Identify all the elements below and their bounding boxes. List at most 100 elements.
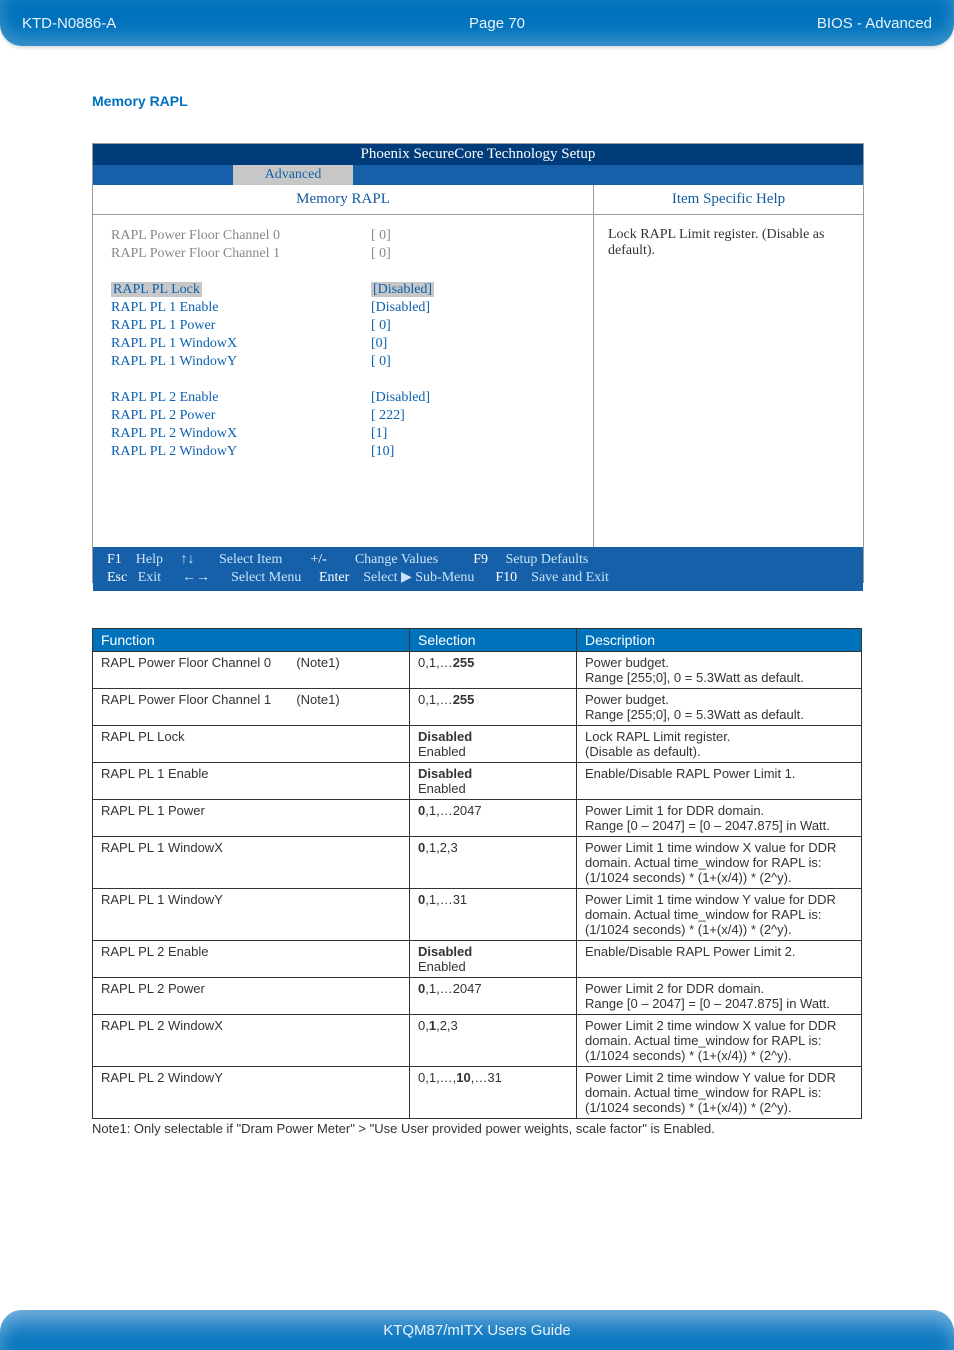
bios-item-value: [ 0] xyxy=(371,227,391,245)
key-plusminus: +/- xyxy=(310,552,326,567)
section-title: Memory RAPL xyxy=(92,93,188,109)
lbl-help: Help xyxy=(136,552,163,567)
bios-item-label: RAPL PL 2 WindowY xyxy=(111,443,371,461)
cell-selection: 0,1,…2047 xyxy=(410,978,577,1015)
bios-item-label: RAPL PL 1 WindowY xyxy=(111,353,371,371)
table-row: RAPL PL 2 EnableDisabledEnabledEnable/Di… xyxy=(93,941,862,978)
function-table: Function Selection Description RAPL Powe… xyxy=(92,628,862,1119)
bios-item-value: [ 0] xyxy=(371,317,391,335)
bios-item-label: RAPL PL 1 Enable xyxy=(111,299,371,317)
cell-description: Power Limit 1 time window X value for DD… xyxy=(577,837,862,889)
bios-item-label: RAPL PL 2 WindowX xyxy=(111,425,371,443)
th-function: Function xyxy=(93,629,410,652)
table-row: RAPL PL 1 EnableDisabledEnabledEnable/Di… xyxy=(93,763,862,800)
cell-selection: DisabledEnabled xyxy=(410,941,577,978)
doc-id: KTD-N0886-A xyxy=(22,15,322,32)
bios-item-label: RAPL PL 2 Power xyxy=(111,407,371,425)
lbl-change-values: Change Values xyxy=(355,552,438,567)
key-f10: F10 xyxy=(495,570,517,585)
cell-selection: 0,1,2,3 xyxy=(410,837,577,889)
key-leftright: ←→ xyxy=(182,570,210,585)
bios-tab-advanced[interactable]: Advanced xyxy=(233,165,353,185)
cell-function: RAPL PL 1 Enable xyxy=(93,763,410,800)
cell-function: RAPL PL 2 Enable xyxy=(93,941,410,978)
bios-item-value: [Disabled] xyxy=(371,281,434,299)
footer-title: KTQM87/mITX Users Guide xyxy=(0,1310,954,1350)
bios-item-label: RAPL PL Lock xyxy=(111,281,371,299)
table-row: RAPL Power Floor Channel 1 (Note1)0,1,…2… xyxy=(93,689,862,726)
page-header: KTD-N0886-A Page 70 BIOS - Advanced xyxy=(0,0,954,54)
bios-item-value: [Disabled] xyxy=(371,299,430,317)
cell-selection: 0,1,…255 xyxy=(410,689,577,726)
cell-selection: 0,1,…2047 xyxy=(410,800,577,837)
bios-item-row[interactable]: RAPL PL 1 Enable[Disabled] xyxy=(111,299,575,317)
cell-selection: 0,1,…31 xyxy=(410,889,577,941)
note1: Note1: Only selectable if "Dram Power Me… xyxy=(92,1121,715,1136)
bios-item-row[interactable]: RAPL PL 2 WindowY[10] xyxy=(111,443,575,461)
bios-item-row[interactable]: RAPL PL Lock[Disabled] xyxy=(111,281,575,299)
table-row: RAPL Power Floor Channel 0 (Note1)0,1,…2… xyxy=(93,652,862,689)
bios-item-value: [ 222] xyxy=(371,407,405,425)
table-row: RAPL PL 1 WindowY0,1,…31Power Limit 1 ti… xyxy=(93,889,862,941)
bios-item-row[interactable]: RAPL Power Floor Channel 1[ 0] xyxy=(111,245,575,263)
bios-item-label: RAPL PL 1 WindowX xyxy=(111,335,371,353)
lbl-save-exit: Save and Exit xyxy=(531,570,609,585)
cell-function: RAPL PL 1 WindowY xyxy=(93,889,410,941)
bios-help-heading: Item Specific Help xyxy=(594,185,863,215)
table-row: RAPL PL 1 Power0,1,…2047Power Limit 1 fo… xyxy=(93,800,862,837)
key-enter: Enter xyxy=(319,570,349,585)
cell-description: Power Limit 1 time window Y value for DD… xyxy=(577,889,862,941)
key-esc: Esc xyxy=(107,570,127,585)
th-selection: Selection xyxy=(410,629,577,652)
cell-selection: DisabledEnabled xyxy=(410,763,577,800)
bios-help-text: Lock RAPL Limit register. (Disable as de… xyxy=(594,215,863,547)
page-footer: KTQM87/mITX Users Guide xyxy=(0,1296,954,1350)
bios-options-body: RAPL Power Floor Channel 0[ 0]RAPL Power… xyxy=(93,215,593,547)
cell-selection: DisabledEnabled xyxy=(410,726,577,763)
cell-function: RAPL Power Floor Channel 0 (Note1) xyxy=(93,652,410,689)
cell-function: RAPL PL 1 Power xyxy=(93,800,410,837)
bios-screenshot: Phoenix SecureCore Technology Setup Adva… xyxy=(92,143,864,583)
bios-item-row[interactable]: RAPL Power Floor Channel 0[ 0] xyxy=(111,227,575,245)
cell-function: RAPL Power Floor Channel 1 (Note1) xyxy=(93,689,410,726)
bios-item-value: [ 0] xyxy=(371,353,391,371)
cell-description: Power Limit 1 for DDR domain.Range [0 – … xyxy=(577,800,862,837)
bios-tab-row: Advanced xyxy=(93,165,863,185)
bios-item-row[interactable]: RAPL PL 1 WindowX[0] xyxy=(111,335,575,353)
bios-item-row[interactable]: RAPL PL 2 Enable[Disabled] xyxy=(111,389,575,407)
lbl-select-item: Select Item xyxy=(219,552,282,567)
cell-description: Enable/Disable RAPL Power Limit 1. xyxy=(577,763,862,800)
cell-function: RAPL PL Lock xyxy=(93,726,410,763)
cell-description: Power Limit 2 for DDR domain.Range [0 – … xyxy=(577,978,862,1015)
cell-function: RAPL PL 2 Power xyxy=(93,978,410,1015)
cell-description: Enable/Disable RAPL Power Limit 2. xyxy=(577,941,862,978)
th-description: Description xyxy=(577,629,862,652)
bios-item-row[interactable]: RAPL PL 1 WindowY[ 0] xyxy=(111,353,575,371)
cell-description: Lock RAPL Limit register.(Disable as def… xyxy=(577,726,862,763)
bios-item-label: RAPL PL 1 Power xyxy=(111,317,371,335)
lbl-exit: Exit xyxy=(138,570,161,585)
key-f9: F9 xyxy=(473,552,488,567)
lbl-setup-defaults: Setup Defaults xyxy=(505,552,588,567)
lbl-select-menu: Select Menu xyxy=(231,570,301,585)
bios-item-row[interactable]: RAPL PL 1 Power[ 0] xyxy=(111,317,575,335)
cell-function: RAPL PL 2 WindowY xyxy=(93,1067,410,1119)
cell-description: Power Limit 2 time window X value for DD… xyxy=(577,1015,862,1067)
table-row: RAPL PL 2 WindowX0,1,2,3Power Limit 2 ti… xyxy=(93,1015,862,1067)
bios-item-value: [Disabled] xyxy=(371,389,430,407)
cell-description: Power Limit 2 time window Y value for DD… xyxy=(577,1067,862,1119)
bios-item-value: [0] xyxy=(371,335,387,353)
table-row: RAPL PL 1 WindowX0,1,2,3Power Limit 1 ti… xyxy=(93,837,862,889)
bios-item-value: [ 0] xyxy=(371,245,391,263)
bios-title: Phoenix SecureCore Technology Setup xyxy=(93,144,863,165)
key-f1: F1 xyxy=(107,552,122,567)
table-row: RAPL PL LockDisabledEnabledLock RAPL Lim… xyxy=(93,726,862,763)
table-row: RAPL PL 2 Power0,1,…2047Power Limit 2 fo… xyxy=(93,978,862,1015)
bios-item-value: [1] xyxy=(371,425,387,443)
cell-function: RAPL PL 1 WindowX xyxy=(93,837,410,889)
bios-item-row[interactable]: RAPL PL 2 WindowX[1] xyxy=(111,425,575,443)
bios-item-label: RAPL Power Floor Channel 1 xyxy=(111,245,371,263)
bios-item-row[interactable]: RAPL PL 2 Power[ 222] xyxy=(111,407,575,425)
page-number: Page 70 xyxy=(322,15,672,32)
cell-description: Power budget.Range [255;0], 0 = 5.3Watt … xyxy=(577,652,862,689)
